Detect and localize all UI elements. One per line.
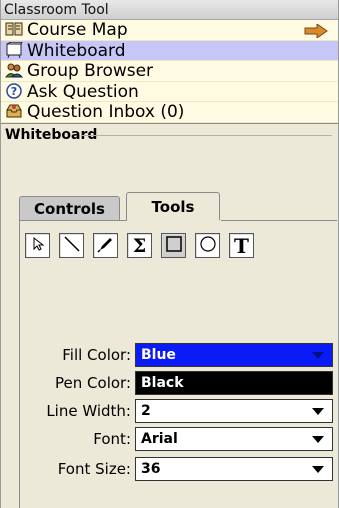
fill-color-row: Fill Color: Blue bbox=[1, 341, 339, 369]
line-width-label: Line Width: bbox=[46, 402, 131, 420]
nav-item-label: Group Browser bbox=[27, 61, 154, 81]
font-value: Arial bbox=[141, 431, 178, 447]
text-tool[interactable]: T bbox=[229, 233, 254, 258]
nav-item-question-inbox[interactable]: Question Inbox (0) bbox=[1, 102, 338, 123]
nav-item-ask-question[interactable]: ? Ask Question bbox=[1, 81, 338, 102]
tab-tools[interactable]: Tools bbox=[126, 192, 220, 220]
pen-color-label: Pen Color: bbox=[55, 374, 131, 392]
font-row: Font: Arial bbox=[1, 425, 339, 453]
chevron-down-icon[interactable] bbox=[312, 352, 324, 359]
line-tool[interactable] bbox=[59, 233, 84, 258]
chevron-down-icon[interactable] bbox=[312, 466, 324, 473]
fill-color-label: Fill Color: bbox=[62, 346, 131, 364]
window-title: Classroom Tool bbox=[1, 0, 338, 20]
section-divider bbox=[81, 134, 332, 136]
group-icon bbox=[5, 62, 24, 78]
sigma-icon: Σ bbox=[132, 234, 147, 257]
nav-item-label: Ask Question bbox=[27, 81, 139, 102]
font-select[interactable]: Arial bbox=[135, 427, 333, 451]
chevron-down-icon[interactable] bbox=[312, 436, 324, 443]
pen-color-value: Black bbox=[141, 375, 184, 391]
font-size-select[interactable]: 36 bbox=[135, 457, 333, 481]
pen-color-row: Pen Color: Black bbox=[1, 369, 339, 397]
line-width-row: Line Width: 2 bbox=[1, 397, 339, 425]
line-width-value: 2 bbox=[141, 403, 151, 419]
whiteboard-icon bbox=[5, 41, 23, 58]
nav-item-label: Course Map bbox=[27, 20, 128, 40]
font-label: Font: bbox=[93, 430, 131, 448]
font-size-label: Font Size: bbox=[57, 460, 131, 478]
pen-tool[interactable] bbox=[93, 233, 118, 258]
nav-item-group-browser[interactable]: Group Browser bbox=[1, 61, 338, 82]
tab-controls[interactable]: Controls bbox=[19, 196, 120, 220]
equation-tool[interactable]: Σ bbox=[127, 233, 152, 258]
classroom-tool-window: Classroom Tool Course Map Whiteboard Gro… bbox=[0, 0, 339, 508]
nav-item-course-map[interactable]: Course Map bbox=[1, 20, 338, 41]
pen-color-select[interactable]: Black bbox=[135, 371, 333, 395]
fill-color-value: Blue bbox=[141, 347, 176, 363]
circle-icon bbox=[199, 235, 217, 257]
cursor-icon bbox=[30, 236, 46, 256]
select-tool[interactable] bbox=[25, 233, 50, 258]
nav-item-label: Question Inbox (0) bbox=[27, 102, 185, 122]
book-icon bbox=[5, 21, 23, 37]
svg-text:?: ? bbox=[11, 85, 17, 98]
font-size-row: Font Size: 36 bbox=[1, 455, 339, 483]
inbox-icon bbox=[5, 103, 23, 119]
chevron-down-icon[interactable] bbox=[312, 408, 324, 415]
ellipse-tool[interactable] bbox=[195, 233, 220, 258]
section-header: Whiteboard bbox=[1, 124, 338, 148]
rectangle-tool[interactable] bbox=[161, 233, 186, 258]
question-icon: ? bbox=[5, 82, 23, 99]
nav-item-whiteboard[interactable]: Whiteboard bbox=[1, 40, 338, 61]
fill-color-select[interactable]: Blue bbox=[135, 343, 333, 367]
font-size-value: 36 bbox=[141, 461, 161, 477]
text-icon: T bbox=[234, 233, 249, 258]
line-icon bbox=[63, 235, 81, 257]
nav-item-label: Whiteboard bbox=[27, 40, 126, 61]
arrow-right-icon[interactable] bbox=[304, 23, 328, 39]
pencil-icon bbox=[96, 235, 115, 257]
rectangle-icon bbox=[165, 235, 183, 257]
line-width-select[interactable]: 2 bbox=[135, 399, 333, 423]
nav-list: Course Map Whiteboard Group Browser ? As… bbox=[1, 20, 338, 124]
